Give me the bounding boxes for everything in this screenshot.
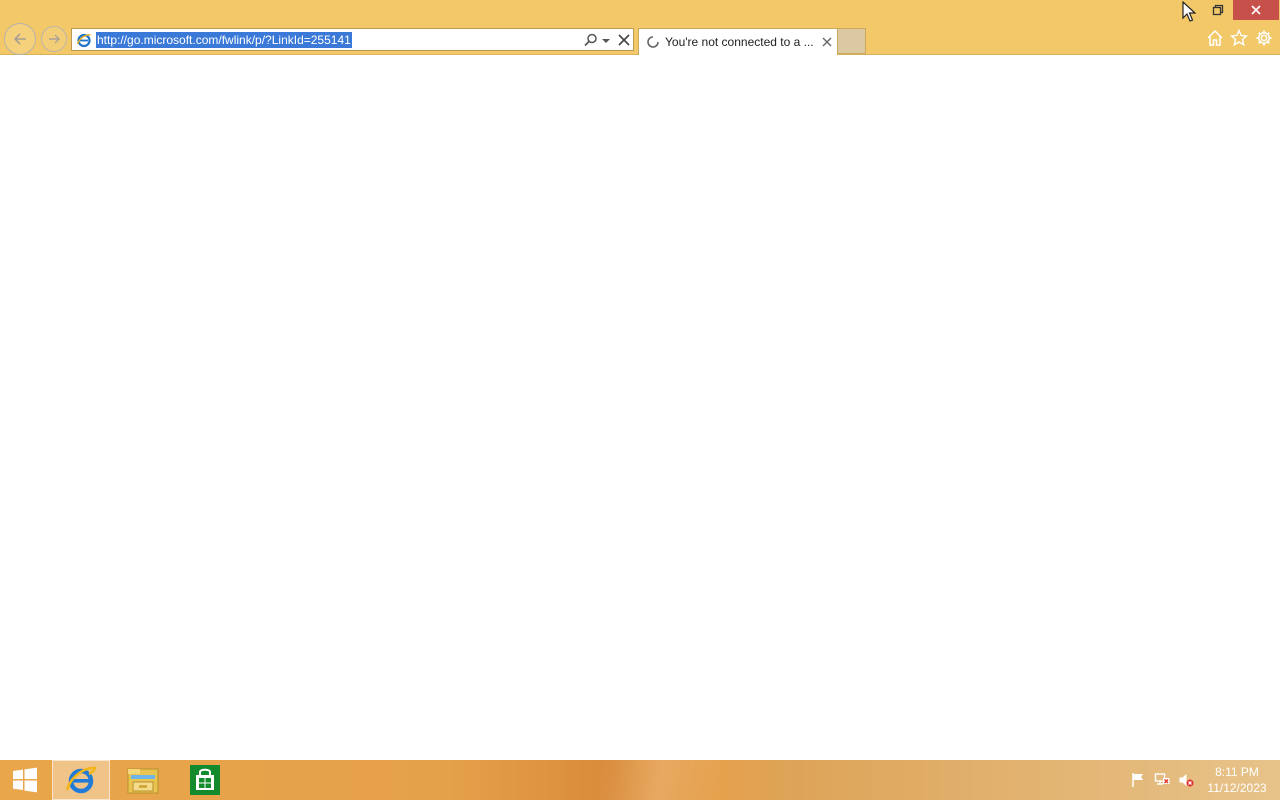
store-icon bbox=[190, 765, 220, 795]
chevron-down-icon[interactable] bbox=[601, 32, 611, 48]
browser-chrome: http://go.microsoft.com/fwlink/p/?LinkId… bbox=[0, 0, 1280, 55]
gear-icon[interactable] bbox=[1255, 29, 1273, 47]
restore-window-button[interactable] bbox=[1204, 0, 1231, 20]
system-clock[interactable]: 8:11 PM 11/12/2023 bbox=[1200, 764, 1274, 796]
address-bar[interactable]: http://go.microsoft.com/fwlink/p/?LinkId… bbox=[71, 28, 634, 51]
taskbar-internet-explorer[interactable] bbox=[52, 760, 110, 800]
close-icon[interactable] bbox=[616, 32, 632, 48]
clock-date: 11/12/2023 bbox=[1207, 781, 1267, 795]
close-icon[interactable] bbox=[820, 35, 834, 49]
home-icon[interactable] bbox=[1206, 29, 1224, 47]
ie-favicon-icon bbox=[76, 33, 91, 48]
page-content[interactable] bbox=[0, 55, 1280, 760]
taskbar bbox=[0, 760, 1280, 800]
ie-icon bbox=[65, 766, 97, 794]
loading-spinner-icon bbox=[647, 36, 659, 48]
star-icon[interactable] bbox=[1230, 29, 1248, 47]
taskbar-store[interactable] bbox=[176, 760, 234, 800]
tab-active[interactable]: You're not connected to a ... bbox=[638, 28, 838, 55]
close-icon bbox=[1251, 5, 1261, 15]
forward-arrow-icon bbox=[49, 34, 60, 44]
tab-title: You're not connected to a ... bbox=[665, 35, 814, 49]
windows-logo-icon bbox=[13, 767, 37, 793]
start-button[interactable] bbox=[0, 760, 50, 800]
url-text[interactable]: http://go.microsoft.com/fwlink/p/?LinkId… bbox=[96, 32, 352, 48]
taskbar-file-explorer[interactable] bbox=[114, 760, 172, 800]
network-icon[interactable] bbox=[1154, 772, 1170, 788]
new-tab-button[interactable] bbox=[838, 28, 866, 54]
back-button[interactable] bbox=[4, 23, 36, 55]
folder-icon bbox=[127, 768, 159, 794]
restore-window-icon bbox=[1212, 4, 1223, 16]
taskbar-decoration bbox=[600, 760, 720, 800]
mouse-cursor-icon bbox=[1182, 1, 1196, 22]
forward-button[interactable] bbox=[41, 26, 67, 52]
speaker-muted-icon[interactable] bbox=[1178, 772, 1194, 788]
close-window-button[interactable] bbox=[1233, 0, 1279, 20]
back-arrow-icon bbox=[13, 33, 26, 45]
search-icon[interactable] bbox=[583, 32, 599, 48]
clock-time: 8:11 PM bbox=[1215, 765, 1259, 779]
flag-icon[interactable] bbox=[1130, 772, 1146, 788]
